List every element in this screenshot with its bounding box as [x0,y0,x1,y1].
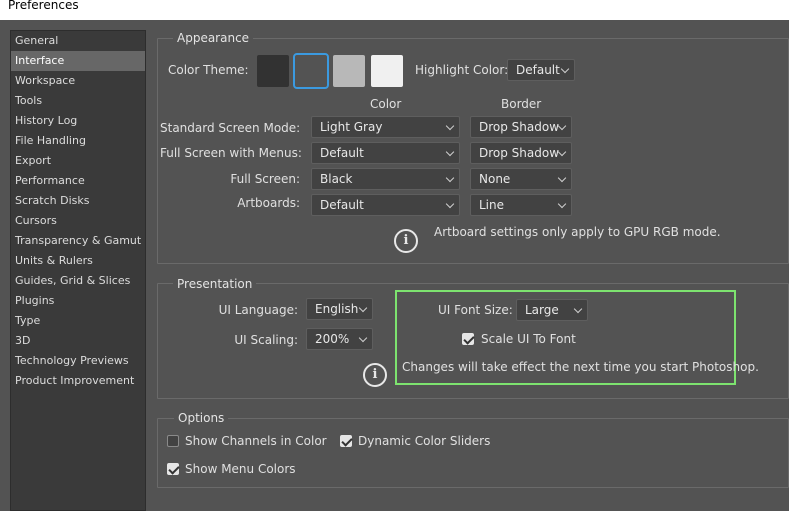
full-screen-menus-color-value: Default [320,146,364,160]
column-header-color: Color [370,97,402,111]
chevron-down-icon [445,121,455,131]
sidebar-item-cursors[interactable]: Cursors [11,211,145,231]
artboards-border-select[interactable]: Line [470,194,572,216]
full-screen-menus-border-value: Drop Shadow [479,146,560,160]
show-menu-colors-checkbox[interactable] [167,463,179,475]
chevron-down-icon [560,64,570,74]
full-screen-menus-label: Full Screen with Menus: [160,146,302,160]
sidebar-item-units-rulers[interactable]: Units & Rulers [11,251,145,271]
sidebar-item-performance[interactable]: Performance [11,171,145,191]
dynamic-color-sliders-label: Dynamic Color Sliders [358,434,491,448]
dynamic-color-sliders-checkbox[interactable] [340,435,352,447]
sidebar-item-general[interactable]: General [11,31,145,51]
ui-language-select[interactable]: English [306,298,373,320]
standard-screen-border-value: Drop Shadow [479,120,560,134]
ui-scaling-value: 200% [315,332,350,346]
ui-scaling-select[interactable]: 200% [306,328,373,350]
presentation-title: Presentation [173,276,257,292]
ui-font-size-label: UI Font Size: [438,303,513,317]
preferences-sidebar: General Interface Workspace Tools Histor… [10,30,146,511]
chevron-down-icon [557,199,567,209]
chevron-down-icon [573,304,583,314]
standard-screen-border-select[interactable]: Drop Shadow [470,116,572,138]
sidebar-item-export[interactable]: Export [11,151,145,171]
appearance-title: Appearance [173,30,254,46]
theme-swatch-dark[interactable] [293,53,329,89]
color-theme-label: Color Theme: [168,63,249,77]
options-title: Options [174,410,229,426]
theme-swatch-darkest[interactable] [257,55,289,87]
column-header-border: Border [501,97,542,111]
sidebar-item-interface[interactable]: Interface [11,51,145,71]
sidebar-item-scratch-disks[interactable]: Scratch Disks [11,191,145,211]
scale-ui-to-font-checkbox[interactable] [462,333,474,345]
standard-screen-color-value: Light Gray [320,120,383,134]
standard-screen-mode-label: Standard Screen Mode: [160,121,301,135]
sidebar-item-technology-previews[interactable]: Technology Previews [11,351,145,371]
show-channels-in-color-checkbox[interactable] [167,435,179,447]
highlight-color-select[interactable]: Default [507,59,575,81]
ui-font-size-value: Large [525,303,559,317]
full-screen-color-value: Black [320,172,353,186]
full-screen-label: Full Screen: [230,172,300,186]
ui-language-value: English [315,302,359,316]
full-screen-border-select[interactable]: None [470,168,572,190]
sidebar-item-workspace[interactable]: Workspace [11,71,145,91]
artboard-info-text: Artboard settings only apply to GPU RGB … [434,225,721,239]
chevron-down-icon [445,147,455,157]
sidebar-item-product-improvement[interactable]: Product Improvement [11,371,145,391]
artboards-border-value: Line [479,198,505,212]
full-screen-border-value: None [479,172,511,186]
sidebar-item-tools[interactable]: Tools [11,91,145,111]
ui-scaling-label: UI Scaling: [234,333,298,347]
full-screen-menus-border-select[interactable]: Drop Shadow [470,142,572,164]
show-menu-colors-label: Show Menu Colors [185,462,296,476]
highlight-color-label: Highlight Color: [415,63,509,77]
highlight-color-value: Default [516,63,560,77]
sidebar-item-plugins[interactable]: Plugins [11,291,145,311]
options-group [157,418,789,488]
sidebar-item-transparency-gamut[interactable]: Transparency & Gamut [11,231,145,251]
artboards-label: Artboards: [237,196,300,210]
sidebar-item-type[interactable]: Type [11,311,145,331]
theme-swatch-medium-gray[interactable] [333,55,365,87]
full-screen-menus-color-select[interactable]: Default [311,142,460,164]
artboards-color-select[interactable]: Default [311,194,460,216]
artboards-color-value: Default [320,198,364,212]
theme-swatch-light[interactable] [371,55,403,87]
sidebar-item-3d[interactable]: 3D [11,331,145,351]
window-title: Preferences [8,0,79,12]
scale-ui-to-font-label: Scale UI To Font [481,332,576,346]
ui-font-size-select[interactable]: Large [516,299,588,321]
sidebar-item-guides-grid-slices[interactable]: Guides, Grid & Slices [11,271,145,291]
chevron-down-icon [358,303,368,313]
sidebar-item-history-log[interactable]: History Log [11,111,145,131]
window-titlebar: Preferences [0,0,789,20]
standard-screen-color-select[interactable]: Light Gray [311,116,460,138]
info-icon: i [363,363,387,387]
sidebar-item-file-handling[interactable]: File Handling [11,131,145,151]
info-icon: i [394,229,418,253]
chevron-down-icon [445,173,455,183]
chevron-down-icon [557,173,567,183]
show-channels-in-color-label: Show Channels in Color [185,434,327,448]
full-screen-color-select[interactable]: Black [311,168,460,190]
ui-language-label: UI Language: [218,303,298,317]
chevron-down-icon [358,333,368,343]
chevron-down-icon [445,199,455,209]
restart-info-text: Changes will take effect the next time y… [402,360,759,374]
